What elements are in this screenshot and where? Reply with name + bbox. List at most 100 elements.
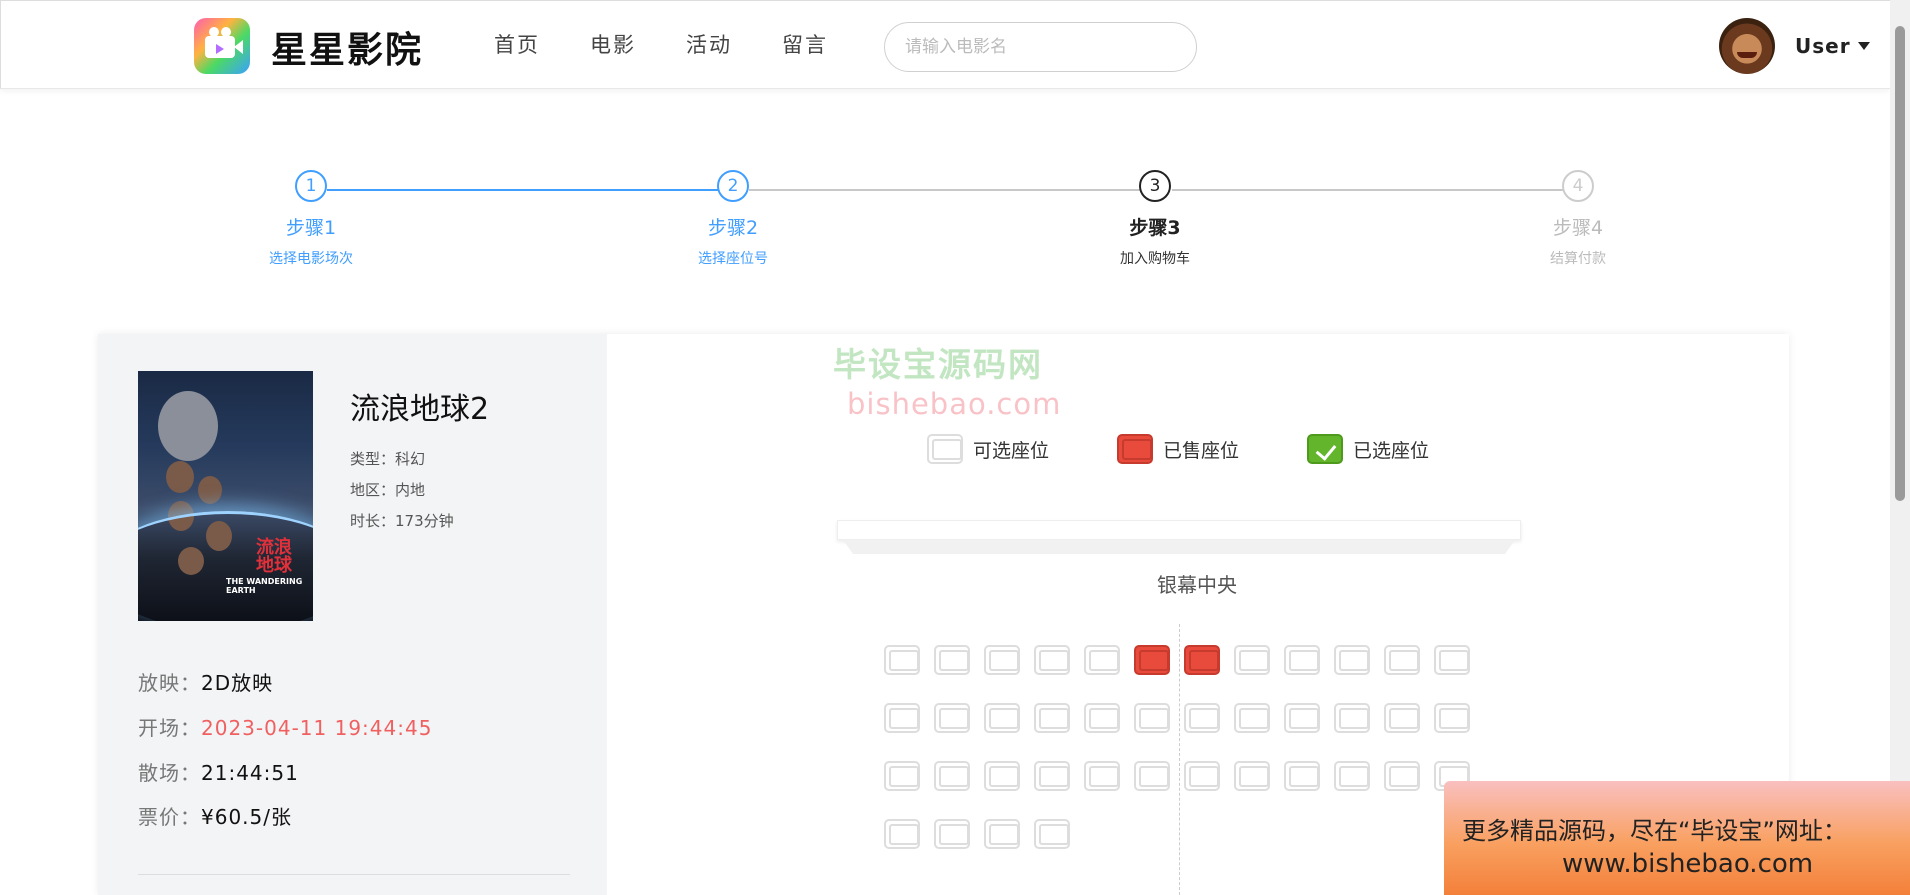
available-seat[interactable] [1384,645,1420,675]
available-seat[interactable] [1284,761,1320,791]
step-desc: 选择座位号 [698,251,768,267]
nav-messages[interactable]: 留言 [782,29,828,59]
available-seat[interactable] [1134,703,1170,733]
available-seat[interactable] [1084,645,1120,675]
start-time-row: 开场：2023-04-11 19:44:45 [138,712,432,741]
poster-english-text: THE WANDERING EARTH [226,577,303,595]
watermark-text: 毕设宝源码网 [833,345,1043,384]
available-seat[interactable] [984,819,1020,849]
format-key: 放映： [138,671,201,695]
cinema-screen [837,520,1521,540]
movie-duration: 时长：173分钟 [350,512,454,530]
available-seat[interactable] [1234,761,1270,791]
info-divider [138,874,570,875]
available-seat[interactable] [1334,703,1370,733]
legend-available-label: 可选座位 [973,439,1050,462]
step-2: 2 步骤2 选择座位号 [633,170,833,268]
site-name[interactable]: 星星影院 [271,21,423,73]
cinema-screen-base [843,540,1515,554]
available-seat[interactable] [1434,703,1470,733]
caret-down-icon[interactable] [1858,42,1870,50]
available-seat[interactable] [984,761,1020,791]
available-seat[interactable] [884,761,920,791]
available-seat[interactable] [1384,703,1420,733]
price-key: 票价： [138,805,201,829]
step-title: 步骤3 [1129,217,1181,239]
available-seat[interactable] [1134,761,1170,791]
movie-info-panel: 流浪地球 THE WANDERING EARTH 流浪地球2 类型：科幻 地区：… [98,334,607,895]
available-seat[interactable] [884,703,920,733]
step-title: 步骤2 [707,217,759,239]
step-3: 3 步骤3 加入购物车 [1055,170,1255,268]
available-seat[interactable] [934,703,970,733]
legend-sold: 已售座位 [1117,434,1239,464]
available-seat[interactable] [1284,645,1320,675]
end-time-key: 散场： [138,761,201,785]
seat-row [884,819,1470,849]
legend-sold-label: 已售座位 [1163,439,1240,462]
promo-text: 更多精品源码，尽在“毕设宝”网址： [1462,817,1847,845]
cinema-logo-icon[interactable] [194,18,250,74]
format-value: 2D放映 [201,671,274,695]
movie-genre: 类型：科幻 [350,450,426,468]
movie-poster: 流浪地球 THE WANDERING EARTH [138,371,313,621]
step-desc: 结算付款 [1550,251,1606,267]
poster-title-text: 流浪地球 [256,537,292,576]
user-menu-label[interactable]: User [1795,34,1851,58]
step-number: 1 [295,170,327,202]
available-seat[interactable] [1184,703,1220,733]
legend-available: 可选座位 [927,434,1049,464]
movie-region: 地区：内地 [350,481,426,499]
available-seat[interactable] [1384,761,1420,791]
promo-banner[interactable]: 更多精品源码，尽在“毕设宝”网址： www.bishebao.com [1444,781,1910,895]
available-seat[interactable] [934,645,970,675]
end-time-row: 散场：21:44:51 [138,757,299,786]
available-seat[interactable] [984,645,1020,675]
seat-row [884,761,1470,791]
available-seat[interactable] [934,761,970,791]
promo-url[interactable]: www.bishebao.com [1562,849,1813,879]
available-seat[interactable] [1234,645,1270,675]
available-seat[interactable] [1184,761,1220,791]
selected-seat-icon [1307,434,1343,464]
main-nav: 首页 电影 活动 留言 [494,29,828,59]
page-scrollbar[interactable] [1890,0,1910,895]
step-desc: 选择电影场次 [269,251,353,267]
step-title: 步骤1 [285,217,337,239]
watermark-url: bishebao.com [847,387,1062,421]
price-row: 票价：¥60.5/张 [138,801,292,830]
step-desc: 加入购物车 [1120,251,1190,267]
top-header: 星星影院 首页 电影 活动 留言 User [0,0,1890,89]
avatar[interactable] [1719,18,1775,74]
available-seat[interactable] [1434,645,1470,675]
available-seat[interactable] [1334,761,1370,791]
available-seat[interactable] [1034,819,1070,849]
step-1: 1 步骤1 选择电影场次 [211,170,411,268]
available-seat[interactable] [1234,703,1270,733]
scrollbar-thumb[interactable] [1895,26,1905,501]
step-number: 2 [717,170,749,202]
sold-seat [1134,645,1170,675]
available-seat[interactable] [934,819,970,849]
end-time-value: 21:44:51 [201,761,299,785]
available-seat[interactable] [884,819,920,849]
sold-seat [1184,645,1220,675]
nav-movies[interactable]: 电影 [590,29,636,59]
available-seat[interactable] [884,645,920,675]
available-seat[interactable] [1034,761,1070,791]
format-row: 放映：2D放映 [138,667,273,696]
available-seat[interactable] [1084,761,1120,791]
available-seat[interactable] [1334,645,1370,675]
available-seat[interactable] [1084,703,1120,733]
movie-title: 流浪地球2 [350,392,490,427]
seat-grid [884,645,1470,877]
nav-events[interactable]: 活动 [686,29,732,59]
available-seat[interactable] [1034,645,1070,675]
available-seat[interactable] [984,703,1020,733]
available-seat[interactable] [1034,703,1070,733]
search-input[interactable] [884,22,1197,72]
nav-home[interactable]: 首页 [494,29,540,59]
legend-selected: 已选座位 [1307,434,1429,464]
available-seat[interactable] [1284,703,1320,733]
legend-selected-label: 已选座位 [1353,439,1430,462]
